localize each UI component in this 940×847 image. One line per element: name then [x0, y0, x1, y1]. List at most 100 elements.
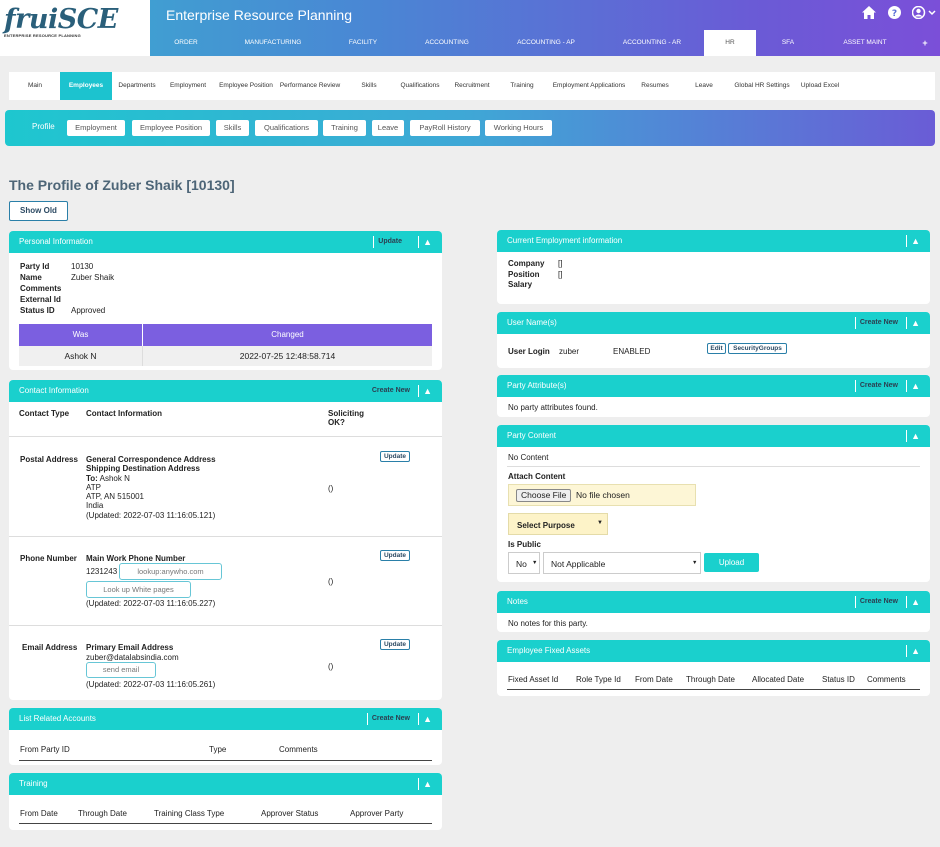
subnav-employment[interactable]: Employment [164, 72, 212, 100]
attributes-create-new-button[interactable]: Create New [854, 380, 902, 392]
chevron-up-icon[interactable]: ▲ [418, 385, 432, 397]
tab-employee-position[interactable]: Employee Position [132, 120, 210, 136]
subnav-qualifications[interactable]: Qualifications [394, 72, 446, 100]
personal-update-button[interactable]: Update [373, 236, 406, 248]
label-comments: Comments [20, 284, 62, 293]
contact-info-header: Contact Information Create New ▲ [9, 380, 442, 402]
show-old-button[interactable]: Show Old [9, 201, 68, 221]
chevron-up-icon[interactable]: ▲ [418, 713, 432, 725]
fixed-assets-panel: Employee Fixed Assets ▲ Fixed Asset Id R… [497, 640, 930, 696]
table-row: Ashok N 2022-07-25 12:48:58.714 [19, 346, 432, 366]
subnav-employee-position[interactable]: Employee Position [214, 72, 278, 100]
postal-country: India [86, 501, 104, 511]
related-create-new-button[interactable]: Create New [366, 713, 414, 725]
subnav-skills[interactable]: Skills [355, 72, 383, 100]
help-icon[interactable]: ? [888, 6, 901, 21]
subnav-resumes[interactable]: Resumes [637, 72, 673, 100]
divider [507, 466, 920, 467]
chevron-up-icon[interactable]: ▲ [906, 430, 920, 442]
col-approver-status: Approver Status [261, 809, 319, 818]
nav-accounting[interactable]: ACCOUNTING [402, 30, 492, 56]
col-type: Type [209, 745, 227, 754]
value-comments [71, 283, 114, 294]
nav-more[interactable]: + [910, 30, 940, 56]
logo[interactable]: fruiSCE ENTERPRISE RESOURCE PLANNING [0, 0, 150, 56]
user-icon[interactable] [911, 5, 936, 21]
nav-order[interactable]: ORDER [150, 30, 222, 56]
postal-line-2: ATP, AN 515001 [86, 492, 144, 502]
table-underline [19, 760, 432, 761]
label-name: Name [20, 273, 42, 282]
tab-training[interactable]: Training [323, 120, 366, 136]
col-soliciting: Soliciting OK? [328, 409, 364, 427]
subnav-main[interactable]: Main [15, 72, 55, 100]
nav-manufacturing[interactable]: MANUFACTURING [222, 30, 324, 56]
nav-hr[interactable]: HR [704, 30, 756, 56]
lookup-white-pages-button[interactable]: Look up White pages [86, 581, 191, 598]
contact-create-new-button[interactable]: Create New [368, 385, 414, 397]
col-contact-information: Contact Information [86, 409, 162, 418]
home-icon[interactable] [862, 6, 876, 21]
phone-update-button[interactable]: Update [380, 550, 410, 561]
nav-facility[interactable]: FACILITY [324, 30, 402, 56]
chevron-up-icon[interactable]: ▲ [906, 317, 920, 329]
file-chosen-text: No file chosen [576, 490, 630, 500]
phone-lookup-input[interactable]: lookup:anywho.com [119, 563, 222, 580]
chevron-up-icon[interactable]: ▲ [906, 596, 920, 608]
nav-asset-maint[interactable]: ASSET MAINT [820, 30, 910, 56]
choose-file-button[interactable]: Choose File [516, 489, 572, 502]
tab-qualifications[interactable]: Qualifications [255, 120, 318, 136]
notes-panel: Notes Create New ▲ No notes for this par… [497, 591, 930, 632]
tab-working-hours[interactable]: Working Hours [485, 120, 552, 136]
chevron-down-icon: ▼ [692, 560, 698, 566]
nav-sfa[interactable]: SFA [756, 30, 820, 56]
select-purpose-dropdown[interactable]: Select Purpose ▼ [508, 513, 608, 535]
subnav-performance-review[interactable]: Performance Review [278, 72, 342, 100]
not-applicable-select[interactable]: Not Applicable ▼ [543, 552, 701, 574]
email-update-button[interactable]: Update [380, 639, 410, 650]
subnav-leave[interactable]: Leave [689, 72, 719, 100]
tab-profile[interactable]: Profile [32, 122, 55, 131]
nav-accounting-ar[interactable]: ACCOUNTING - AR [600, 30, 704, 56]
svg-text:?: ? [892, 9, 897, 19]
phone-updated: (Updated: 2022-07-03 11:16:05.227) [86, 599, 216, 608]
chevron-down-icon: ▼ [532, 560, 538, 566]
user-create-new-button[interactable]: Create New [854, 317, 902, 329]
label-salary: Salary [508, 280, 533, 289]
tab-skills[interactable]: Skills [216, 120, 249, 136]
subnav-employment-applications[interactable]: Employment Applications [547, 72, 631, 100]
fixed-assets-header: Employee Fixed Assets ▲ [497, 640, 930, 662]
subnav-recruitment[interactable]: Recruitment [447, 72, 497, 100]
label-party-id: Party Id [20, 262, 50, 271]
notes-create-new-button[interactable]: Create New [854, 596, 902, 608]
edit-user-login-button[interactable]: Edit [707, 343, 726, 354]
upload-button[interactable]: Upload [704, 553, 759, 572]
tab-payroll-history[interactable]: PayRoll History [410, 120, 480, 136]
subnav-employees[interactable]: Employees [60, 72, 112, 100]
chevron-up-icon[interactable]: ▲ [906, 380, 920, 392]
tab-employment[interactable]: Employment [67, 120, 125, 136]
no-content-text: No Content [508, 453, 549, 462]
send-email-button[interactable]: send email [86, 662, 156, 678]
nav-accounting-ap[interactable]: ACCOUNTING - AP [492, 30, 600, 56]
subnav-departments[interactable]: Departments [113, 72, 161, 100]
chevron-up-icon[interactable]: ▲ [906, 645, 920, 657]
label-company: Company [508, 259, 545, 268]
chevron-up-icon[interactable]: ▲ [418, 778, 432, 790]
chevron-up-icon[interactable]: ▲ [906, 235, 920, 247]
party-attributes-header: Party Attribute(s) Create New ▲ [497, 375, 930, 397]
subnav-upload-excel[interactable]: Upload Excel [797, 72, 843, 100]
divider [9, 625, 442, 626]
subnav-global-hr-settings[interactable]: Global HR Settings [731, 72, 793, 100]
is-public-select[interactable]: No ▼ [508, 552, 540, 574]
history-was-header: Was [19, 324, 143, 346]
chevron-up-icon[interactable]: ▲ [418, 236, 432, 248]
value-status-id: Approved [71, 306, 106, 315]
tab-leave[interactable]: Leave [372, 120, 404, 136]
security-groups-button[interactable]: SecurityGroups [728, 343, 787, 354]
label-position: Position [508, 269, 540, 279]
subnav-training[interactable]: Training [505, 72, 539, 100]
postal-update-button[interactable]: Update [380, 451, 410, 462]
file-input[interactable]: Choose File No file chosen [508, 484, 696, 506]
divider [9, 436, 442, 437]
